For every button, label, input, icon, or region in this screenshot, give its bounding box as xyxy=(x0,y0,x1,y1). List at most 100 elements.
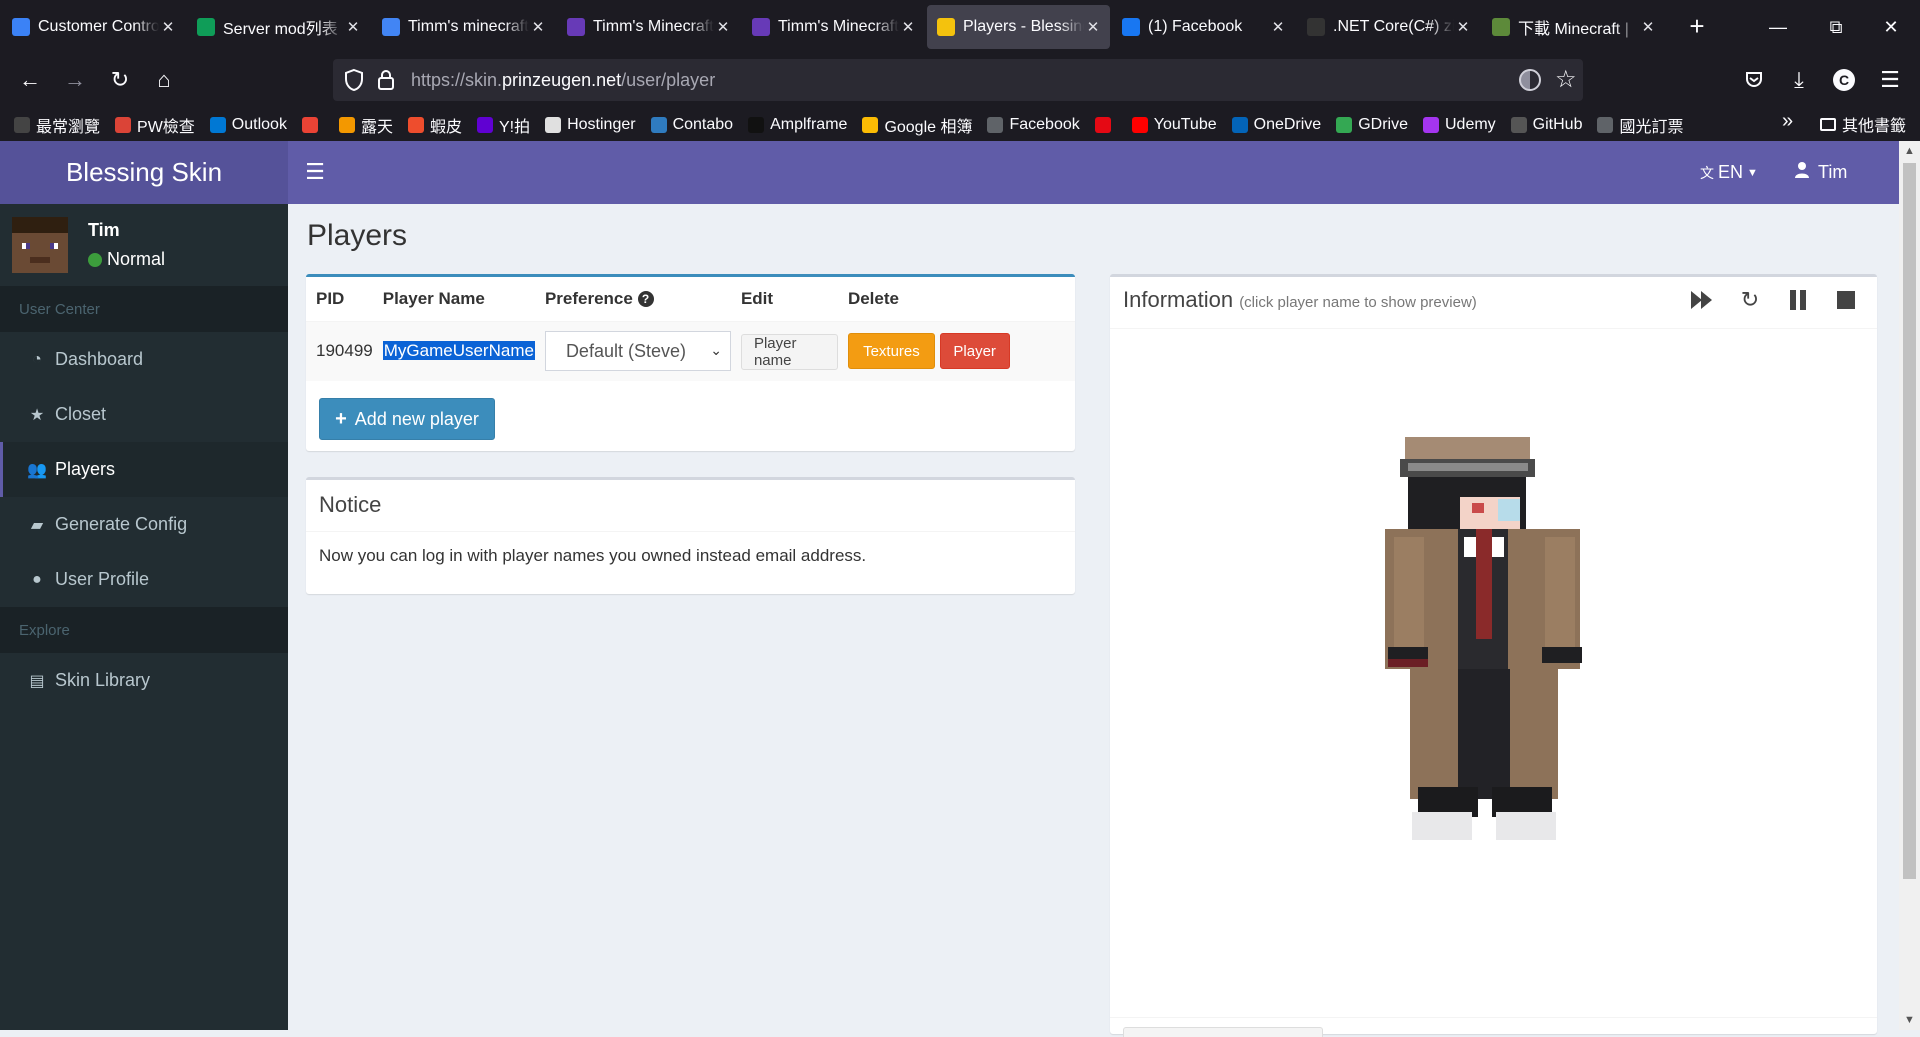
sidebar-toggle-icon[interactable]: ☰ xyxy=(300,157,330,187)
lock-icon[interactable] xyxy=(377,69,395,91)
star-icon: ★ xyxy=(29,406,45,424)
scroll-up-icon[interactable]: ▲ xyxy=(1899,141,1920,161)
sidebar-item-user-profile[interactable]: ● User Profile xyxy=(0,552,288,607)
bookmark-item[interactable]: Google 相簿 xyxy=(862,113,972,137)
stop-icon[interactable] xyxy=(1833,287,1859,313)
bookmark-item[interactable]: Y!拍 xyxy=(476,113,530,137)
main-content: Players PID Player Name Preference ? Edi… xyxy=(288,204,1899,1037)
pocket-icon[interactable] xyxy=(1736,62,1772,98)
fast-forward-icon[interactable] xyxy=(1689,287,1715,313)
bookmark-item[interactable]: Facebook xyxy=(987,116,1080,134)
sidebar-item-players[interactable]: 👥 Players xyxy=(0,442,288,497)
browser-tab[interactable]: Timm's Minecraft ✕ xyxy=(742,5,925,49)
language-dropdown[interactable]: 文 EN ▼ xyxy=(1700,141,1758,204)
browser-tab[interactable]: Timm's minecraft ✕ xyxy=(372,5,555,49)
bookmark-item[interactable]: Outlook xyxy=(209,116,287,134)
menu-icon[interactable]: ☰ xyxy=(1872,62,1908,98)
bookmark-item[interactable] xyxy=(1094,116,1117,133)
close-tab-icon[interactable]: ✕ xyxy=(344,18,362,36)
reader-mode-icon[interactable] xyxy=(1519,69,1541,91)
bookmark-item[interactable]: YouTube xyxy=(1131,116,1217,134)
list-icon: ▤ xyxy=(29,672,45,690)
skin-preview-canvas[interactable] xyxy=(1380,437,1590,857)
close-tab-icon[interactable]: ✕ xyxy=(1639,18,1657,36)
close-window-button[interactable]: ✕ xyxy=(1862,0,1920,54)
bookmark-item[interactable]: 國光訂票 xyxy=(1597,113,1683,137)
chevron-down-icon: ⌄ xyxy=(710,342,722,359)
cloud-icon xyxy=(12,18,30,36)
google-icon xyxy=(115,116,132,133)
sidebar-item-closet[interactable]: ★ Closet xyxy=(0,387,288,442)
browser-tab[interactable]: (1) Facebook ✕ xyxy=(1112,5,1295,49)
home-button[interactable]: ⌂ xyxy=(146,62,182,98)
browser-tab[interactable]: 下載 Minecraft | ✕ xyxy=(1482,5,1665,49)
brand-logo[interactable]: Blessing Skin xyxy=(0,141,288,204)
bookmark-item[interactable]: GitHub xyxy=(1510,116,1582,134)
help-icon[interactable]: ? xyxy=(637,291,654,308)
sidebar-item-dashboard[interactable]: ◔ Dashboard xyxy=(0,332,288,387)
close-tab-icon[interactable]: ✕ xyxy=(714,18,732,36)
downloads-icon[interactable]: ⤓ xyxy=(1781,62,1817,98)
address-bar[interactable]: https://skin.prinzeugen.net/user/player … xyxy=(333,59,1583,101)
close-tab-icon[interactable]: ✕ xyxy=(159,18,177,36)
player-name-link[interactable]: MyGameUserName xyxy=(382,341,535,361)
sidebar-item-generate-config[interactable]: ▰ Generate Config xyxy=(0,497,288,552)
browser-tab[interactable]: Players - Blessing ✕ xyxy=(927,5,1110,49)
sidebar-item-skin-library[interactable]: ▤ Skin Library xyxy=(0,653,288,708)
reload-button[interactable]: ↻ xyxy=(102,62,138,98)
forward-button[interactable]: → xyxy=(57,62,93,98)
preference-select[interactable]: Default (Steve) ⌄ xyxy=(544,331,731,372)
translate-icon: 文 xyxy=(1700,164,1714,181)
bookmark-item[interactable]: 蝦皮 xyxy=(407,113,462,137)
close-tab-icon[interactable]: ✕ xyxy=(529,18,547,36)
delete-player-button[interactable]: Player xyxy=(939,333,1010,370)
back-button[interactable]: ← xyxy=(12,62,48,98)
player-name-cell[interactable]: MyGameUserName xyxy=(372,320,535,381)
close-tab-icon[interactable]: ✕ xyxy=(1084,18,1102,36)
book-icon: ▰ xyxy=(30,516,44,534)
url-text[interactable]: https://skin.prinzeugen.net/user/player xyxy=(411,70,715,91)
pause-icon[interactable] xyxy=(1785,287,1811,313)
shield-icon[interactable] xyxy=(343,68,365,92)
bookmark-item[interactable]: 最常瀏覽 xyxy=(14,113,100,137)
add-new-player-button[interactable]: + Add new player xyxy=(319,398,495,440)
dotnet-icon xyxy=(1307,18,1325,36)
scroll-down-icon[interactable]: ▼ xyxy=(1899,1010,1920,1030)
preview-footer-button[interactable] xyxy=(1123,1027,1323,1037)
minimize-button[interactable]: — xyxy=(1749,0,1807,54)
gdrive-icon xyxy=(1336,116,1353,133)
browser-tab[interactable]: Customer Control ✕ xyxy=(2,5,185,49)
rotate-icon[interactable]: ↻ xyxy=(1737,287,1763,313)
browser-tab[interactable]: Timm's Minecraft ✕ xyxy=(557,5,740,49)
delete-textures-button[interactable]: Textures xyxy=(847,333,935,370)
bookmarks-overflow-icon[interactable]: » xyxy=(1782,110,1793,133)
restore-button[interactable]: ⧉ xyxy=(1807,0,1865,54)
players-box: PID Player Name Preference ? Edit Delete… xyxy=(306,274,1075,451)
bookmark-item[interactable]: GDrive xyxy=(1336,116,1408,134)
close-tab-icon[interactable]: ✕ xyxy=(1454,18,1472,36)
edit-player-name-button[interactable]: Player name xyxy=(740,333,838,370)
account-avatar-icon[interactable]: C xyxy=(1826,62,1862,98)
bookmark-item[interactable]: Contabo xyxy=(650,116,733,134)
user-menu-label: Tim xyxy=(1818,162,1848,182)
user-menu[interactable]: Tim xyxy=(1795,141,1847,204)
bookmark-item[interactable]: 露天 xyxy=(338,113,393,137)
bookmark-item[interactable]: Udemy xyxy=(1422,116,1496,134)
browser-tab[interactable]: Server mod列表 ✕ xyxy=(187,5,370,49)
nav-bar: ← → ↻ ⌂ https://skin.prinzeugen.net/user… xyxy=(0,54,1920,108)
outlook-icon xyxy=(209,116,226,133)
scrollbar-thumb[interactable] xyxy=(1903,163,1916,879)
bookmark-item[interactable]: OneDrive xyxy=(1231,116,1321,134)
bookmark-item[interactable] xyxy=(301,116,324,133)
bookmark-item[interactable]: PW檢查 xyxy=(115,113,195,137)
page-scrollbar[interactable]: ▲ ▼ xyxy=(1899,141,1920,1030)
new-tab-button[interactable]: + xyxy=(1679,9,1715,45)
bookmark-item[interactable]: Amplframe xyxy=(748,116,847,134)
close-tab-icon[interactable]: ✕ xyxy=(1269,18,1287,36)
browser-tab[interactable]: .NET Core(C#) zi ✕ xyxy=(1297,5,1480,49)
bookmark-item[interactable]: Hostinger xyxy=(545,116,636,134)
close-tab-icon[interactable]: ✕ xyxy=(899,18,917,36)
bookmark-star-icon[interactable]: ☆ xyxy=(1555,65,1577,94)
sidebar-user-name: Tim xyxy=(88,220,120,240)
other-bookmarks[interactable]: 其他書籤 xyxy=(1820,112,1906,136)
